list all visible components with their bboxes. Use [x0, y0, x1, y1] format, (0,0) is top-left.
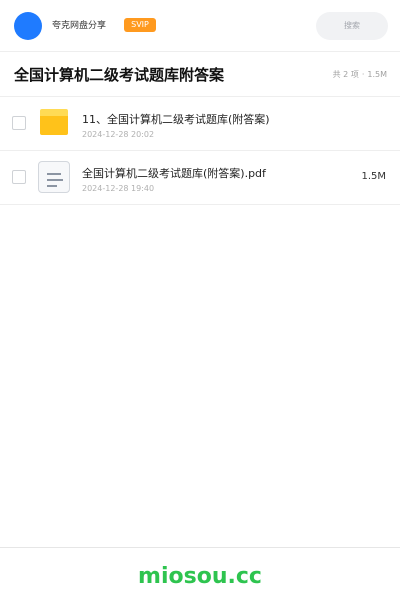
header-bar: 夸克网盘分享 SVIP 搜索 [0, 0, 400, 52]
file-date: 2024-12-28 20:02 [82, 130, 155, 139]
footer: miosou.cc [0, 547, 400, 600]
page-title: 全国计算机二级考试题库附答案 [14, 66, 225, 84]
file-summary: 共 2 项 · 1.5M [333, 70, 387, 80]
folder-icon [40, 109, 68, 135]
file-name[interactable]: 11、全国计算机二级考试题库(附答案) [82, 113, 270, 126]
file-name[interactable]: 全国计算机二级考试题库(附答案).pdf [82, 167, 266, 180]
item-count: 共 2 项 [332, 70, 359, 79]
row-checkbox[interactable] [12, 116, 26, 130]
user-name[interactable]: 夸克网盘分享 [52, 20, 106, 32]
file-row-document[interactable]: 全国计算机二级考试题库(附答案).pdf 2024-12-28 19:40 1.… [0, 151, 400, 205]
document-icon [38, 161, 70, 193]
summary-separator: · [361, 70, 365, 79]
avatar[interactable] [14, 12, 42, 40]
total-size: 1.5M [367, 70, 387, 79]
file-row-folder[interactable]: 11、全国计算机二级考试题库(附答案) 2024-12-28 20:02 [0, 97, 400, 151]
row-checkbox[interactable] [12, 170, 26, 184]
title-bar: 全国计算机二级考试题库附答案 共 2 项 · 1.5M [0, 52, 400, 97]
vip-badge: SVIP [124, 18, 156, 32]
file-size: 1.5M [361, 171, 386, 182]
brand-watermark[interactable]: miosou.cc [0, 564, 400, 590]
search-button[interactable]: 搜索 [316, 12, 388, 40]
file-date: 2024-12-28 19:40 [82, 184, 155, 193]
